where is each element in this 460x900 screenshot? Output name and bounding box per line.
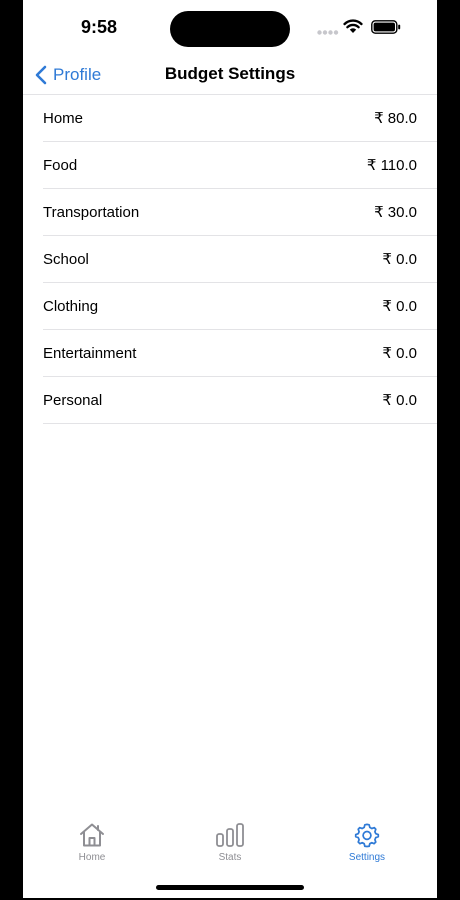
page-title: Budget Settings bbox=[164, 64, 296, 83]
budget-category-label: Personal bbox=[43, 391, 103, 409]
budget-row-entertainment[interactable]: Entertainment ₹ 0.0 bbox=[43, 330, 437, 377]
tab-home[interactable]: Home bbox=[42, 822, 142, 863]
budget-category-label: Transportation bbox=[43, 203, 140, 221]
tab-settings-label: Settings bbox=[348, 852, 386, 863]
status-time: 9:58 bbox=[81, 17, 118, 37]
bar-chart-icon bbox=[216, 823, 244, 847]
battery-icon bbox=[371, 20, 401, 34]
tab-home-label: Home bbox=[78, 852, 106, 863]
tab-stats[interactable]: Stats bbox=[180, 822, 280, 863]
gear-icon bbox=[354, 823, 380, 848]
budget-row-transportation[interactable]: Transportation ₹ 30.0 bbox=[43, 189, 437, 236]
house-icon bbox=[80, 823, 104, 847]
budget-amount: ₹ 30.0 bbox=[374, 204, 417, 221]
budget-amount: ₹ 80.0 bbox=[374, 110, 417, 127]
budget-row-school[interactable]: School ₹ 0.0 bbox=[43, 236, 437, 283]
budget-row-clothing[interactable]: Clothing ₹ 0.0 bbox=[43, 283, 437, 330]
status-bar: 9:58 bbox=[23, 0, 437, 56]
budget-category-label: Entertainment bbox=[43, 344, 137, 362]
budget-amount: ₹ 0.0 bbox=[382, 345, 417, 362]
dynamic-island bbox=[170, 11, 290, 47]
budget-row-home[interactable]: Home ₹ 80.0 bbox=[43, 95, 437, 142]
budget-category-label: Clothing bbox=[43, 297, 99, 315]
home-indicator bbox=[156, 885, 304, 890]
tab-bar: Home Stats Settings bbox=[23, 814, 437, 874]
tab-stats-label: Stats bbox=[218, 852, 242, 863]
budget-row-food[interactable]: Food ₹ 110.0 bbox=[43, 142, 437, 189]
budget-category-label: School bbox=[43, 250, 89, 268]
tab-settings[interactable]: Settings bbox=[317, 822, 417, 863]
budget-amount: ₹ 0.0 bbox=[382, 298, 417, 315]
budget-amount: ₹ 0.0 bbox=[382, 251, 417, 268]
budget-amount: ₹ 0.0 bbox=[382, 392, 417, 409]
budget-category-label: Food bbox=[43, 156, 78, 174]
budget-category-label: Home bbox=[43, 109, 84, 127]
app-screen: 9:58 Profile Budget Settings Home ₹ 80.0… bbox=[23, 0, 437, 898]
navigation-bar: Profile Budget Settings bbox=[23, 56, 437, 94]
budget-row-personal[interactable]: Personal ₹ 0.0 bbox=[43, 377, 437, 424]
budget-list: Home ₹ 80.0 Food ₹ 110.0 Transportation … bbox=[43, 95, 437, 424]
wifi-icon bbox=[343, 19, 363, 33]
cellular-signal-icon bbox=[317, 30, 339, 35]
budget-amount: ₹ 110.0 bbox=[366, 157, 417, 174]
